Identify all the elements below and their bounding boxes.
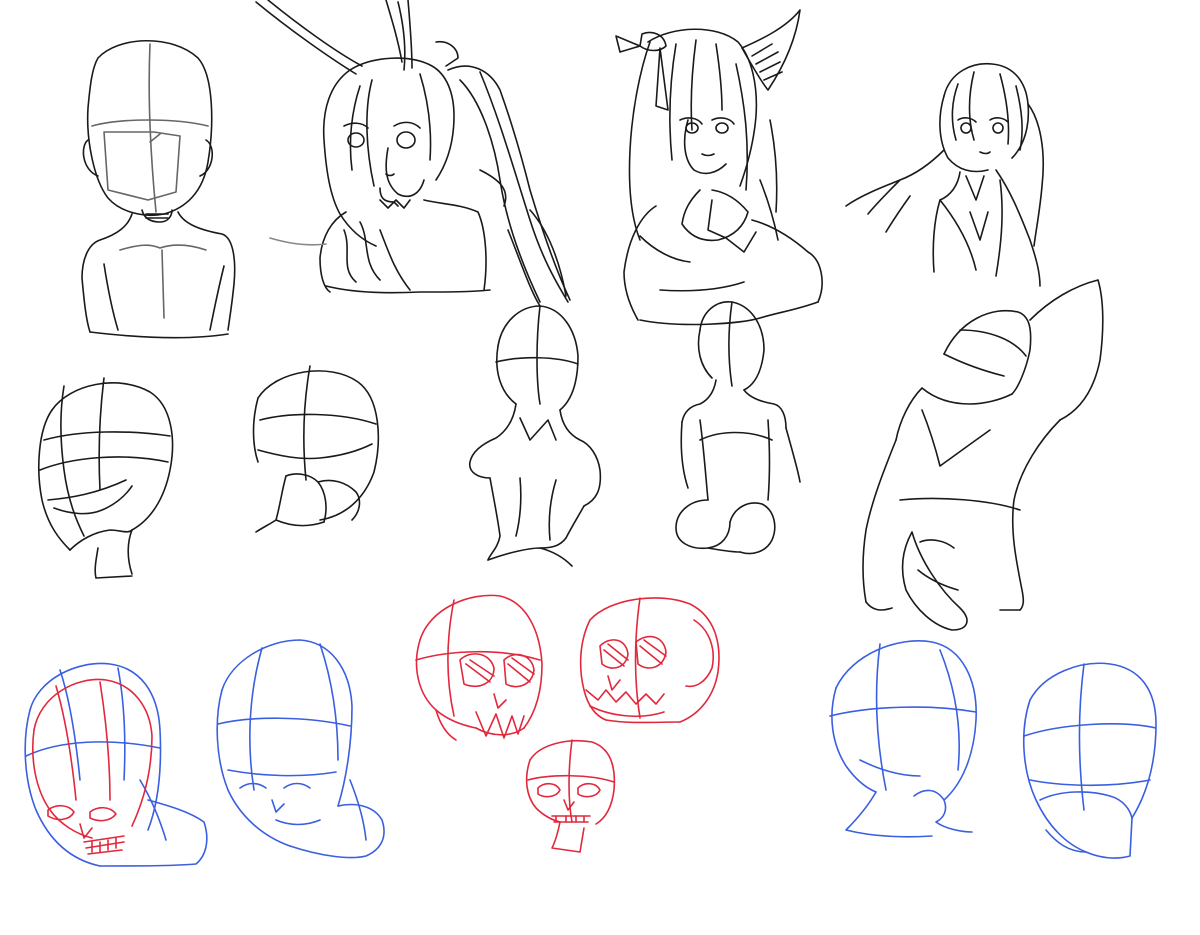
back-torso-sketch xyxy=(675,301,801,555)
skull-overlay-head-sketch xyxy=(24,662,208,867)
bunny-ear-girl-sketch xyxy=(255,0,571,307)
back-bust-sketch xyxy=(468,305,602,567)
blue-head-front-sketch xyxy=(1023,662,1157,859)
head-construction-sketch xyxy=(38,377,174,579)
horned-ribbon-girl-sketch xyxy=(615,9,823,326)
skull-left-sketch xyxy=(415,594,543,741)
reclining-torso-sketch xyxy=(862,279,1104,631)
back-head-sketch xyxy=(252,365,380,533)
blue-head-turned-sketch xyxy=(829,640,977,838)
bald-head-bust-sketch xyxy=(81,40,236,339)
sketch-sheet xyxy=(24,0,1157,867)
blue-head-lowered-sketch xyxy=(216,639,385,859)
skull-right-sketch xyxy=(579,597,720,724)
suit-girl-sketch xyxy=(845,62,1045,287)
skull-bottom-sketch xyxy=(525,739,616,853)
